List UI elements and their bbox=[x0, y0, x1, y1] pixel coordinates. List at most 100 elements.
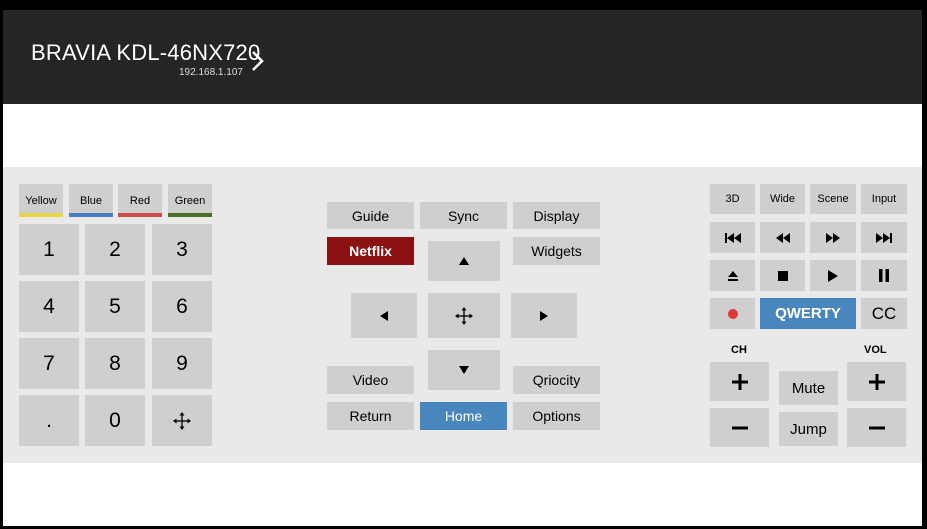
stop-icon bbox=[777, 270, 788, 281]
key-8[interactable]: 8 bbox=[85, 338, 145, 389]
red-button-label: Red bbox=[129, 194, 151, 207]
key-7-label: 7 bbox=[43, 351, 55, 375]
key-dot[interactable]: . bbox=[19, 395, 79, 446]
volume-label: VOL bbox=[864, 344, 887, 356]
netflix-label: Netflix bbox=[349, 243, 392, 259]
fast-forward-button[interactable] bbox=[810, 222, 856, 253]
sync-label: Sync bbox=[447, 207, 480, 224]
key-2-label: 2 bbox=[109, 237, 121, 261]
key-dot-label: . bbox=[46, 408, 52, 432]
netflix-button[interactable]: Netflix bbox=[327, 237, 414, 265]
jump-label: Jump bbox=[790, 420, 827, 438]
key-8-label: 8 bbox=[109, 351, 121, 375]
triangle-down-icon bbox=[459, 366, 469, 374]
green-color-bar bbox=[168, 213, 212, 217]
center-select-button[interactable] bbox=[428, 293, 500, 338]
mute-button[interactable]: Mute bbox=[779, 371, 838, 405]
key-5[interactable]: 5 bbox=[85, 281, 145, 332]
fast-forward-icon bbox=[826, 232, 840, 243]
guide-label: Guide bbox=[351, 207, 390, 224]
up-button[interactable] bbox=[428, 241, 500, 281]
guide-button[interactable]: Guide bbox=[327, 202, 414, 229]
input-label: Input bbox=[871, 193, 897, 205]
move-arrows-icon bbox=[173, 411, 191, 430]
rewind-button[interactable] bbox=[760, 222, 805, 253]
down-button[interactable] bbox=[428, 350, 500, 390]
triangle-right-icon bbox=[540, 310, 548, 321]
left-button[interactable] bbox=[351, 293, 417, 338]
qwerty-label: QWERTY bbox=[775, 305, 841, 322]
scene-label: Scene bbox=[817, 193, 849, 205]
triangle-up-icon bbox=[459, 257, 469, 265]
key-3-label: 3 bbox=[176, 237, 188, 261]
yellow-button[interactable]: Yellow bbox=[19, 184, 63, 217]
qriocity-label: Qriocity bbox=[532, 372, 581, 388]
blue-button[interactable]: Blue bbox=[69, 184, 113, 217]
3d-button[interactable]: 3D bbox=[710, 184, 755, 214]
header-bar: BRAVIA KDL-46NX720 192.168.1.107 bbox=[3, 10, 922, 104]
key-2[interactable]: 2 bbox=[85, 224, 145, 275]
key-0[interactable]: 0 bbox=[85, 395, 145, 446]
blue-button-label: Blue bbox=[79, 194, 103, 207]
wide-button[interactable]: Wide bbox=[760, 184, 805, 214]
play-button[interactable] bbox=[810, 260, 856, 291]
key-4[interactable]: 4 bbox=[19, 281, 79, 332]
volume-up-button[interactable] bbox=[847, 362, 906, 401]
channel-up-button[interactable] bbox=[710, 362, 769, 401]
widgets-button[interactable]: Widgets bbox=[513, 237, 600, 265]
options-button[interactable]: Options bbox=[513, 402, 600, 430]
jump-button[interactable]: Jump bbox=[779, 412, 838, 446]
channel-label: CH bbox=[731, 344, 747, 356]
widgets-label: Widgets bbox=[531, 243, 582, 259]
eject-icon bbox=[727, 270, 738, 281]
sync-button[interactable]: Sync bbox=[420, 202, 507, 229]
key-7[interactable]: 7 bbox=[19, 338, 79, 389]
qwerty-button[interactable]: QWERTY bbox=[760, 298, 856, 329]
key-4-label: 4 bbox=[43, 294, 55, 318]
move-arrows-icon bbox=[455, 306, 473, 325]
play-icon bbox=[828, 269, 838, 282]
app-window: BRAVIA KDL-46NX720 192.168.1.107 Yellow … bbox=[3, 10, 922, 526]
pause-icon bbox=[879, 269, 889, 282]
pause-button[interactable] bbox=[861, 260, 907, 291]
video-label: Video bbox=[352, 372, 389, 388]
cc-label: CC bbox=[871, 303, 897, 323]
stop-button[interactable] bbox=[760, 260, 805, 291]
return-button[interactable]: Return bbox=[327, 402, 414, 430]
qriocity-button[interactable]: Qriocity bbox=[513, 366, 600, 394]
keypad-move-button[interactable] bbox=[152, 395, 212, 446]
key-0-label: 0 bbox=[109, 408, 121, 432]
channel-down-button[interactable] bbox=[710, 408, 769, 447]
green-button-label: Green bbox=[174, 194, 206, 207]
skip-forward-icon bbox=[876, 232, 892, 243]
next-track-button[interactable] bbox=[861, 222, 907, 253]
scene-button[interactable]: Scene bbox=[810, 184, 856, 214]
rewind-icon bbox=[775, 232, 790, 243]
chevron-right-icon[interactable] bbox=[247, 48, 269, 74]
remote-panel: Yellow Blue Red Green 1 2 3 4 5 6 7 8 9 … bbox=[3, 167, 922, 463]
display-label: Display bbox=[533, 207, 580, 224]
triangle-left-icon bbox=[380, 310, 388, 321]
cc-button[interactable]: CC bbox=[861, 298, 907, 329]
prev-track-button[interactable] bbox=[710, 222, 755, 253]
key-9[interactable]: 9 bbox=[152, 338, 212, 389]
plus-icon bbox=[868, 373, 885, 390]
green-button[interactable]: Green bbox=[168, 184, 212, 217]
home-button[interactable]: Home bbox=[420, 402, 507, 430]
display-button[interactable]: Display bbox=[513, 202, 600, 229]
minus-icon bbox=[731, 426, 748, 429]
key-1[interactable]: 1 bbox=[19, 224, 79, 275]
record-button[interactable] bbox=[710, 298, 755, 329]
key-3[interactable]: 3 bbox=[152, 224, 212, 275]
input-button[interactable]: Input bbox=[861, 184, 907, 214]
video-button[interactable]: Video bbox=[327, 366, 414, 394]
wide-label: Wide bbox=[769, 193, 796, 205]
key-6-label: 6 bbox=[176, 294, 188, 318]
right-button[interactable] bbox=[511, 293, 577, 338]
key-6[interactable]: 6 bbox=[152, 281, 212, 332]
volume-down-button[interactable] bbox=[847, 408, 906, 447]
eject-button[interactable] bbox=[710, 260, 755, 291]
key-1-label: 1 bbox=[43, 237, 55, 261]
record-icon bbox=[727, 308, 738, 319]
red-button[interactable]: Red bbox=[118, 184, 162, 217]
